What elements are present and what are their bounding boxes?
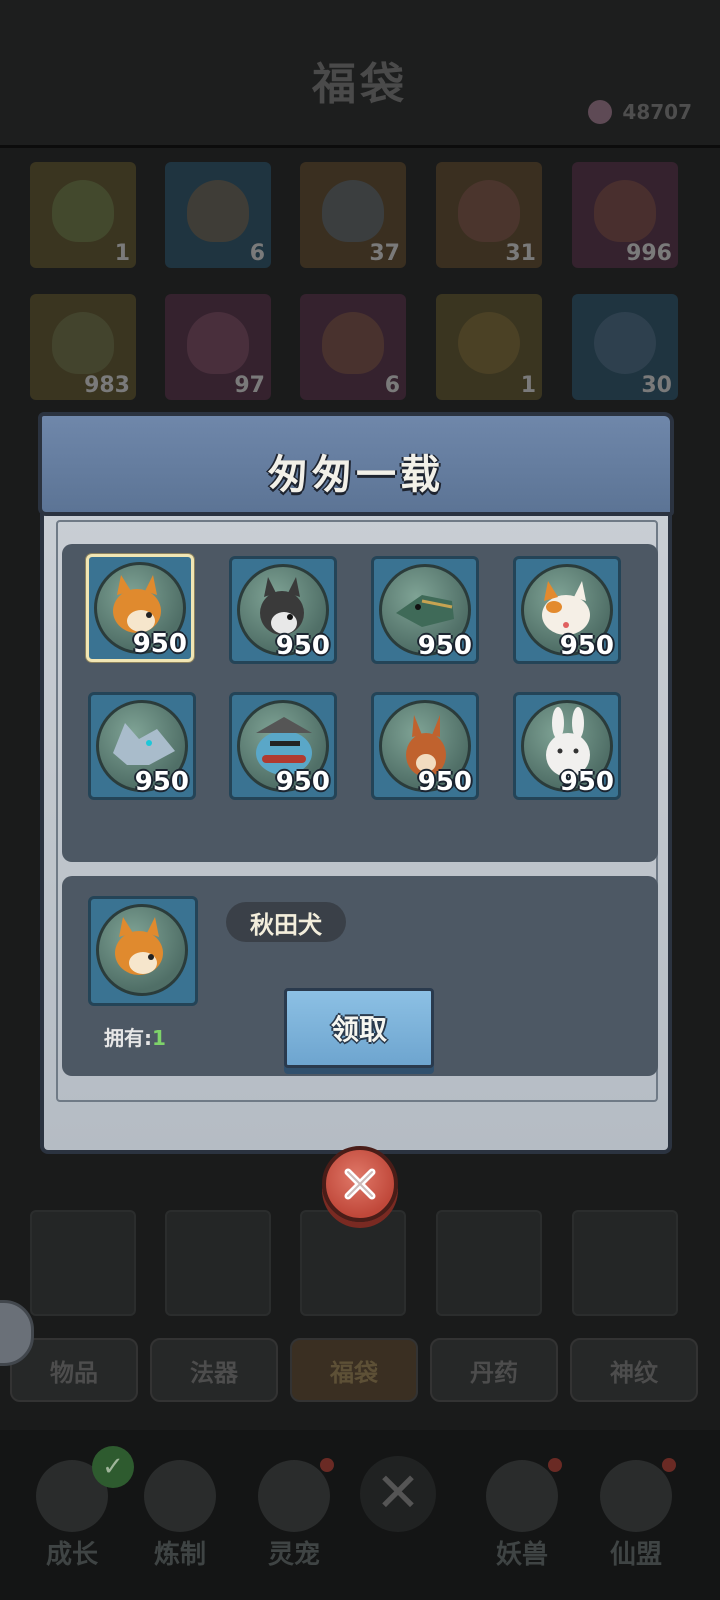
star-egg-icon	[458, 312, 520, 374]
nav-spirit-pets[interactable]: 灵宠	[244, 1458, 344, 1580]
tab-pills[interactable]: 丹药	[430, 1338, 558, 1402]
pet-option-wolf[interactable]: 950	[88, 692, 196, 800]
orb-icon	[594, 312, 656, 374]
bag-slot[interactable]: 996	[572, 162, 678, 268]
pet-count: 950	[417, 767, 472, 797]
lucky-bag-icon	[322, 312, 384, 374]
category-tabs: 物品 法器 福袋 丹药 神纹	[10, 1338, 710, 1402]
pet-option-husky[interactable]: 950	[229, 556, 337, 664]
page-header: 福袋 48707	[0, 0, 720, 148]
bag-count: 97	[234, 373, 265, 398]
bag-slot[interactable]: 6	[300, 294, 406, 400]
tab-artifacts[interactable]: 法器	[150, 1338, 278, 1402]
owned-label: 拥有:	[104, 1026, 152, 1050]
lucky-bag-icon	[52, 312, 114, 374]
akita-dog-icon	[96, 904, 188, 996]
selected-pet-name: 秋田犬	[226, 902, 346, 942]
nav-demon-beasts[interactable]: 妖兽	[472, 1458, 572, 1580]
notification-dot	[548, 1458, 562, 1472]
gem-icon	[588, 100, 613, 124]
lucky-bag-icon	[322, 180, 384, 242]
checkmark-icon: ✓	[92, 1446, 134, 1488]
bag-slot[interactable]: 6	[165, 162, 271, 268]
nav-label: 成长	[45, 1540, 98, 1570]
currency-display: 48707	[588, 100, 692, 124]
nav-label: 仙盟	[609, 1540, 662, 1570]
spirit-pet-icon	[258, 1460, 330, 1532]
lucky-bag-icon	[594, 180, 656, 242]
tab-runes[interactable]: 神纹	[570, 1338, 698, 1402]
pet-option-squirrel[interactable]: 950	[371, 692, 479, 800]
nav-alliance[interactable]: 仙盟	[586, 1458, 686, 1580]
bag-count: 37	[369, 241, 400, 266]
pet-option-akita[interactable]: 950	[86, 554, 194, 662]
bag-count: 1	[520, 373, 536, 398]
bag-slot[interactable]: 37	[300, 162, 406, 268]
nav-label: 灵宠	[267, 1540, 320, 1570]
bag-slot[interactable]: 1	[30, 162, 136, 268]
pet-count: 950	[417, 631, 472, 661]
pet-count: 950	[132, 629, 187, 659]
nav-crafting[interactable]: 炼制	[130, 1460, 230, 1580]
close-button[interactable]	[322, 1146, 398, 1222]
owned-count: 拥有:1	[104, 1022, 166, 1051]
demon-beast-icon	[486, 1460, 558, 1532]
pet-count: 950	[275, 631, 330, 661]
alliance-icon	[600, 1460, 672, 1532]
bag-slot[interactable]: 30	[572, 294, 678, 400]
claim-button[interactable]: 领取	[284, 988, 434, 1068]
lucky-bag-icon	[187, 180, 249, 242]
bag-slot[interactable]: 97	[165, 294, 271, 400]
bag-count: 996	[626, 241, 672, 266]
modal-title: 匆匆一载	[268, 451, 444, 498]
modal-header: 匆匆一载	[38, 412, 674, 516]
crafting-icon	[144, 1460, 216, 1532]
nav-label: 炼制	[153, 1540, 206, 1570]
lucky-bag-icon	[52, 180, 114, 242]
empty-slot[interactable]	[30, 1210, 136, 1316]
notification-dot	[320, 1458, 334, 1472]
owned-value: 1	[152, 1026, 166, 1050]
pet-count: 950	[559, 631, 614, 661]
pet-option-rabbit[interactable]: 950	[513, 692, 621, 800]
empty-slot[interactable]	[300, 1210, 406, 1316]
nav-label: 妖兽	[495, 1540, 548, 1570]
close-icon	[344, 1168, 376, 1200]
lucky-bag-icon	[187, 312, 249, 374]
bag-slot[interactable]: 983	[30, 294, 136, 400]
pet-option-frog[interactable]: 950	[229, 692, 337, 800]
bag-slot[interactable]: 31	[436, 162, 542, 268]
bag-slot[interactable]: 1	[436, 294, 542, 400]
bag-count: 1	[114, 241, 130, 266]
pet-option-calico-cat[interactable]: 950	[513, 556, 621, 664]
lucky-bag-icon	[458, 180, 520, 242]
bag-count: 6	[384, 373, 400, 398]
bag-count: 30	[641, 373, 672, 398]
empty-slot[interactable]	[572, 1210, 678, 1316]
pet-count: 950	[559, 767, 614, 797]
bag-count: 31	[505, 241, 536, 266]
pet-count: 950	[275, 767, 330, 797]
tab-lucky-bags[interactable]: 福袋	[290, 1338, 418, 1402]
notification-dot	[662, 1458, 676, 1472]
currency-amount: 48707	[622, 100, 692, 124]
pet-option-dragon[interactable]: 950	[371, 556, 479, 664]
bag-count: 6	[249, 241, 265, 266]
pet-count: 950	[134, 767, 189, 797]
empty-slot[interactable]	[165, 1210, 271, 1316]
nav-close-icon[interactable]: ✕	[360, 1456, 436, 1532]
empty-slot[interactable]	[436, 1210, 542, 1316]
bag-count: 983	[84, 373, 130, 398]
selected-pet-icon-frame	[88, 896, 198, 1006]
